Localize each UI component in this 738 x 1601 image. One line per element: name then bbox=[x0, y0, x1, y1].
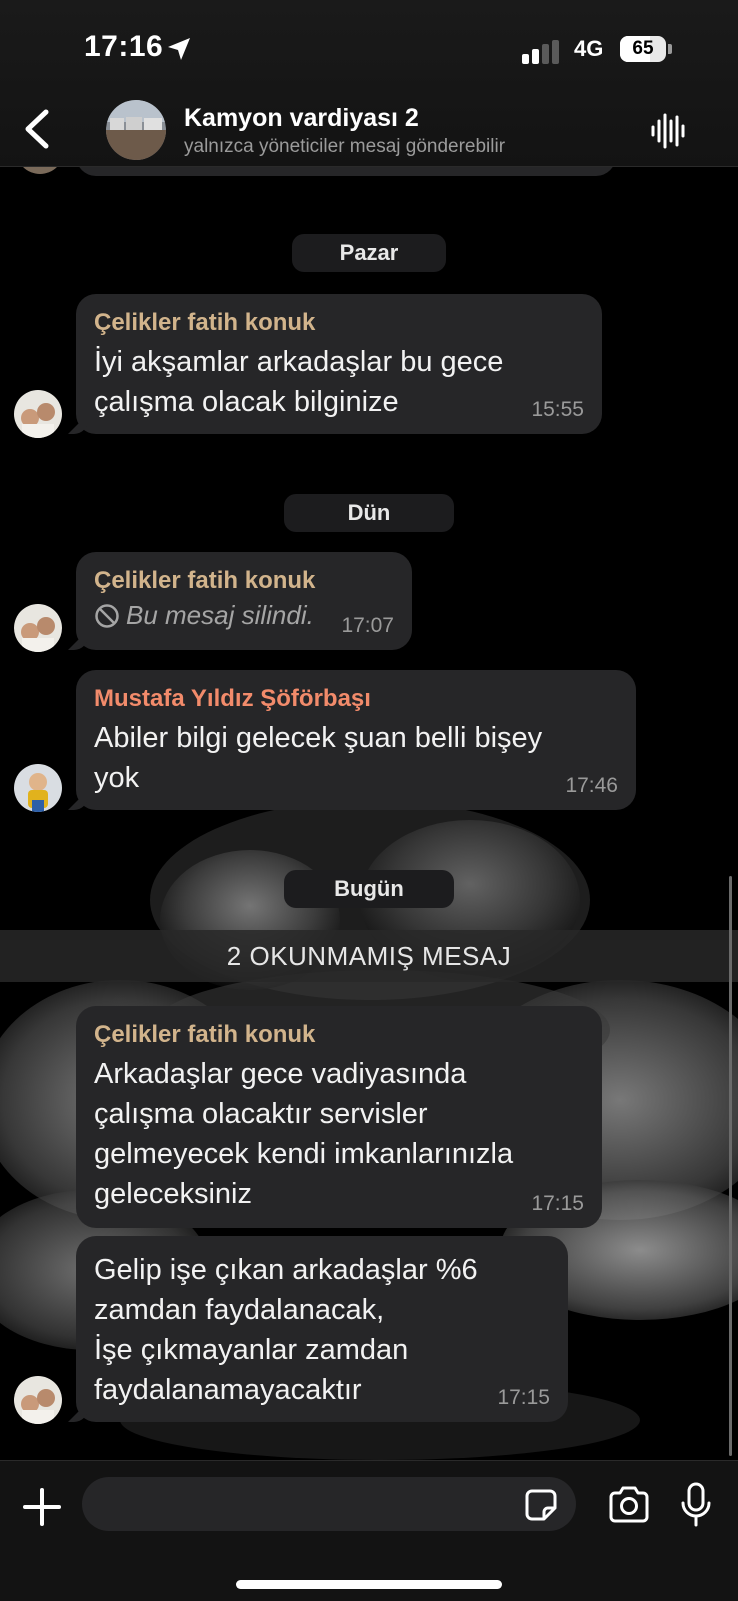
location-arrow-icon bbox=[168, 38, 190, 60]
group-subtitle: yalnızca yöneticiler mesaj gönderebilir bbox=[184, 136, 506, 157]
microphone-icon bbox=[681, 1482, 711, 1527]
camera-icon bbox=[609, 1486, 649, 1523]
back-button[interactable] bbox=[18, 106, 58, 152]
message-bubble-deleted[interactable]: Çelikler fatih konuk Bu mesaj silindi. 1… bbox=[76, 552, 412, 650]
message-bubble[interactable]: Mustafa Yıldız Şöförbaşı Abiler bilgi ge… bbox=[76, 670, 636, 810]
group-title[interactable]: Kamyon vardiyası 2 bbox=[184, 104, 419, 133]
message-input[interactable] bbox=[82, 1477, 576, 1531]
battery-indicator: 65 bbox=[620, 36, 672, 64]
avatar[interactable] bbox=[14, 764, 62, 812]
date-separator-today: Bugün bbox=[284, 870, 454, 908]
message-list[interactable]: Pazar Çelikler fatih konuk İyi akşamlar … bbox=[0, 126, 738, 1460]
avatar[interactable] bbox=[14, 1376, 62, 1424]
message-sender: Çelikler fatih konuk bbox=[94, 1021, 316, 1048]
message-time: 17:15 bbox=[497, 1386, 550, 1409]
message-text: İyi akşamlar arkadaşlar bu gece çalışma … bbox=[94, 346, 504, 418]
microphone-button[interactable] bbox=[680, 1481, 712, 1529]
message-bubble[interactable]: Çelikler fatih konuk İyi akşamlar arkada… bbox=[76, 294, 602, 434]
waveform-icon bbox=[651, 113, 685, 149]
signal-icon bbox=[522, 40, 559, 64]
unread-messages-banner: 2 OKUNMAMIŞ MESAJ bbox=[0, 930, 738, 982]
avatar[interactable] bbox=[14, 390, 62, 438]
status-time: 17:16 bbox=[84, 30, 164, 63]
message-sender: Mustafa Yıldız Şöförbaşı bbox=[94, 685, 371, 712]
date-separator-sunday: Pazar bbox=[292, 234, 446, 272]
chevron-left-icon bbox=[25, 109, 49, 149]
sticker-icon bbox=[525, 1489, 557, 1521]
prohibited-icon bbox=[95, 603, 119, 628]
home-indicator[interactable] bbox=[236, 1580, 502, 1589]
plus-icon bbox=[23, 1488, 61, 1526]
avatar[interactable] bbox=[14, 604, 62, 652]
message-time: 15:55 bbox=[531, 398, 584, 421]
message-text: Abiler bilgi gelecek şuan belli bişey yo… bbox=[94, 722, 543, 794]
message-time: 17:07 bbox=[341, 614, 394, 637]
message-time: 17:15 bbox=[531, 1192, 584, 1215]
voice-chat-button[interactable] bbox=[648, 111, 688, 151]
message-bubble[interactable]: Gelip işe çıkan arkadaşlar %6 zamdan fay… bbox=[76, 1236, 568, 1422]
message-bubble[interactable]: Çelikler fatih konuk Arkadaşlar gece vad… bbox=[76, 1006, 602, 1228]
message-sender: Çelikler fatih konuk bbox=[94, 567, 316, 594]
date-separator-yesterday: Dün bbox=[284, 494, 454, 532]
status-bar: 17:16 4G 65 bbox=[0, 0, 738, 95]
message-text: Gelip işe çıkan arkadaşlar %6 zamdan fay… bbox=[94, 1254, 478, 1406]
battery-percent: 65 bbox=[632, 38, 654, 59]
message-text: Arkadaşlar gece vadiyasında çalışma olac… bbox=[94, 1058, 514, 1210]
message-time: 17:46 bbox=[565, 774, 618, 797]
message-sender: Çelikler fatih konuk bbox=[94, 309, 316, 336]
attach-button[interactable] bbox=[20, 1485, 64, 1529]
scrollbar[interactable] bbox=[729, 876, 732, 1456]
deleted-message-text: Bu mesaj silindi. bbox=[126, 600, 314, 630]
camera-button[interactable] bbox=[607, 1485, 651, 1525]
network-type: 4G bbox=[574, 36, 604, 61]
group-avatar[interactable] bbox=[106, 100, 166, 160]
sticker-button[interactable] bbox=[524, 1488, 558, 1522]
